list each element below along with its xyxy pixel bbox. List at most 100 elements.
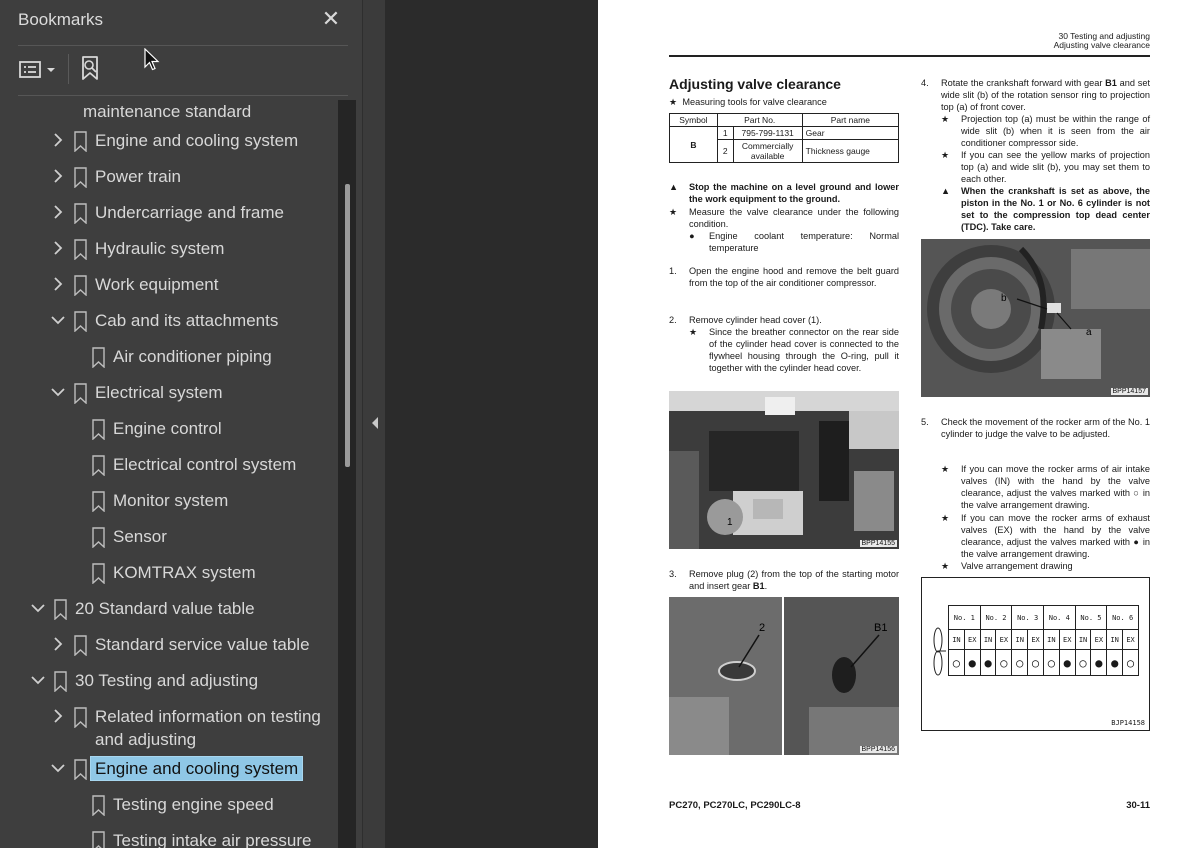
chevron-down-icon[interactable] [50,304,66,338]
valve-table: No. 1 No. 2 No. 3 No. 4 No. 5 No. 6 IN EX IN EX I… [948,605,1139,676]
valve-label: IN [1106,629,1124,650]
bookmark-label: Related information on testing [95,707,321,726]
bookmark-icon [74,707,87,728]
bookmark-label: Monitor system [113,491,229,510]
table-header: Part No. [716,113,803,127]
bookmark-item[interactable]: Undercarriage and frame [0,196,338,232]
list-view-button[interactable] [18,56,58,84]
chevron-down-icon[interactable] [50,376,66,410]
valve-label: IN [1011,629,1029,650]
step-5-note: ★ If you can move the rocker arms of air … [941,464,1150,510]
tools-note: ★ Measuring tools for valve clearance [669,97,827,107]
bookmark-item[interactable]: Work equipment [0,268,338,304]
photo-callout: 1 [727,517,733,528]
photo-callout: B1 [874,622,887,634]
valve-mark: ○ [1122,649,1139,676]
bookmark-label: 30 Testing and adjusting [75,671,259,690]
chevron-down-icon[interactable] [30,664,46,698]
document-background [385,0,598,848]
valve-mark: ● [1106,649,1124,676]
photo-callout: b [1001,293,1007,304]
bookmark-icon [92,563,105,584]
bookmark-tree: maintenance standard Engine and cooling s… [0,100,338,848]
chevron-right-icon[interactable] [50,700,66,734]
step-4: 4. Rotate the crankshaft forward with gea… [921,78,1150,112]
bookmark-label: Engine control [113,419,222,438]
bookmark-item[interactable]: Electrical control system [0,448,338,484]
chevron-down-icon[interactable] [50,752,66,786]
step-3: 3. Remove plug (2) from the top of the st… [669,569,899,591]
chevron-right-icon[interactable] [50,232,66,266]
bookmark-icon [92,831,105,848]
collapse-panel-icon[interactable] [370,416,380,430]
cylinder-label: No. 1 [948,605,981,630]
valve-label: EX [1122,629,1139,650]
drawing-code: BJP14158 [1111,719,1145,727]
cylinder-label: No. 5 [1074,605,1108,630]
bookmark-item[interactable]: Electrical system [0,376,338,412]
tools-table: Symbol Part No. Part name B 1 795-799-11… [669,113,900,163]
bookmark-label: Testing intake air pressure [113,831,312,848]
close-panel-button[interactable]: ✕ [318,6,344,32]
footer-page-number: 30-11 [1126,800,1150,811]
bookmark-item[interactable]: Sensor [0,520,338,556]
bookmark-item[interactable]: Testing engine speed [0,788,338,824]
bookmark-item[interactable]: Related information on testing and adjust… [0,700,338,752]
bookmark-label: Cab and its attachments [95,311,279,330]
chevron-right-icon[interactable] [50,628,66,662]
bookmark-item[interactable]: 20 Standard value table [0,592,338,628]
table-cell: Gear [801,126,900,140]
header-rule [669,55,1150,57]
cylinder-label: No. 4 [1042,605,1076,630]
bookmark-icon [74,311,87,332]
valve-label: EX [1090,629,1108,650]
bookmark-item[interactable]: Engine and cooling system [0,124,338,160]
chevron-right-icon[interactable] [50,160,66,194]
document-page: 30 Testing and adjusting Adjusting valve… [598,0,1200,848]
bookmark-item[interactable]: Engine control [0,412,338,448]
page-title: Adjusting valve clearance [669,76,841,92]
star-note: ★ Measure the valve clearance under the f… [669,207,899,229]
scrollbar-thumb[interactable] [345,184,350,467]
bookmark-item[interactable]: Testing intake air pressure [0,824,338,848]
chevron-right-icon[interactable] [50,268,66,302]
bookmark-icon [74,759,87,780]
bookmark-search-button[interactable] [78,54,106,84]
warning-icon: ▲ [669,182,679,192]
bookmark-icon [74,635,87,656]
bookmark-label: Standard service value table [95,635,310,654]
bookmark-label: KOMTRAX system [113,563,256,582]
valve-mark: ● [979,649,997,676]
chevron-right-icon[interactable] [50,196,66,230]
bookmark-icon [54,671,67,692]
bookmark-label: Engine and cooling system [95,131,299,150]
valve-arrangement-drawing: No. 1 No. 2 No. 3 No. 4 No. 5 No. 6 IN EX IN EX I… [921,577,1150,731]
bookmark-label: Testing engine speed [113,795,274,814]
panel-title: Bookmarks [18,10,104,29]
bookmark-item[interactable]: maintenance standard [0,100,338,124]
valve-label: EX [1058,629,1076,650]
bookmark-item[interactable]: Monitor system [0,484,338,520]
page-header: 30 Testing and adjusting Adjusting valve… [1054,32,1150,50]
bookmark-label: maintenance standard [83,102,252,121]
valve-label: EX [963,629,981,650]
bookmark-icon [74,239,87,260]
bookmark-item[interactable]: Engine and cooling system [0,752,338,788]
bookmark-label: and adjusting [95,730,197,749]
bookmark-item[interactable]: KOMTRAX system [0,556,338,592]
photo-code: BPP14156 [859,746,897,753]
bookmark-item[interactable]: Cab and its attachments [0,304,338,340]
warning-icon: ▲ [941,186,951,196]
chevron-right-icon[interactable] [50,124,66,158]
bookmark-item[interactable]: Power train [0,160,338,196]
chevron-down-icon[interactable] [30,592,46,626]
bookmark-item[interactable]: Standard service value table [0,628,338,664]
bookmark-icon [74,167,87,188]
bookmark-icon [54,599,67,620]
bookmark-icon [74,131,87,152]
valve-mark: ● [1090,649,1108,676]
table-header: Symbol [669,113,718,127]
bookmark-item[interactable]: Hydraulic system [0,232,338,268]
bookmark-item[interactable]: Air conditioner piping [0,340,338,376]
bookmark-item[interactable]: 30 Testing and adjusting [0,664,338,700]
